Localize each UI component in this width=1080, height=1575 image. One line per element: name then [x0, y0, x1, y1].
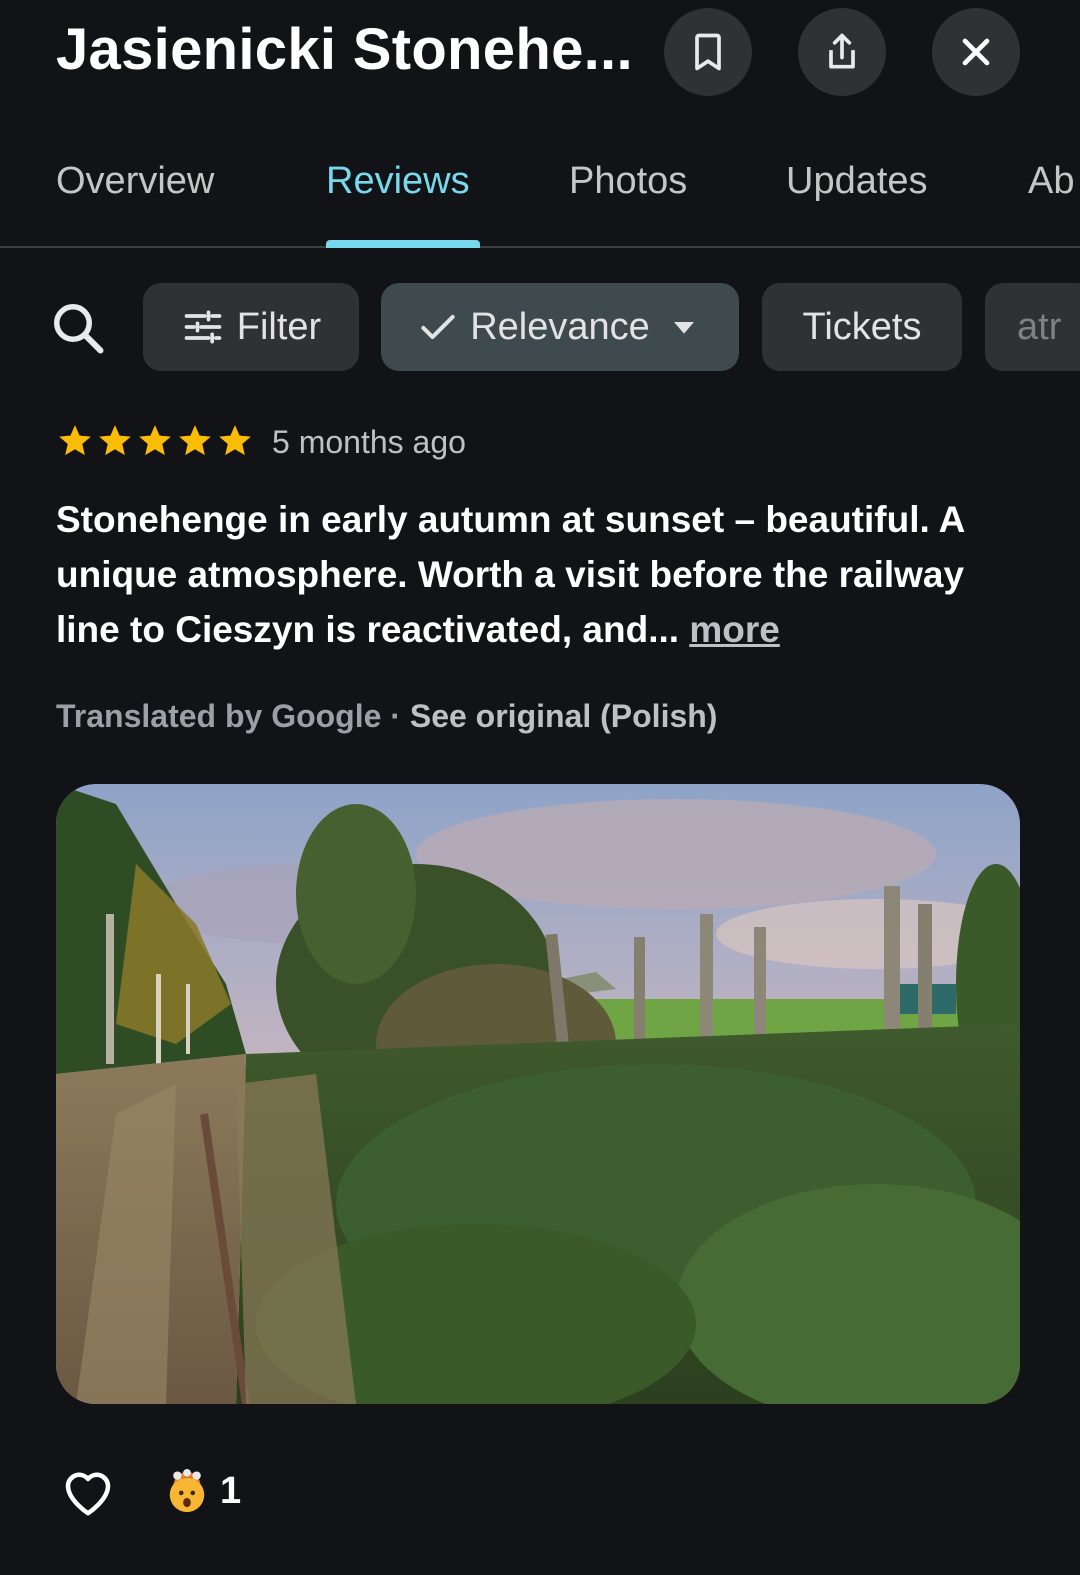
share-icon	[829, 33, 855, 69]
tab-overview[interactable]: Overview	[56, 160, 214, 203]
mind-blown-emoji-icon	[169, 1468, 205, 1513]
landscape-photo-image	[56, 784, 1020, 1404]
search-icon	[54, 304, 104, 354]
see-original-link[interactable]: See original (Polish)	[410, 698, 718, 734]
review-photo[interactable]	[56, 784, 1020, 1404]
review-text: Stonehenge in early autumn at sunset – b…	[56, 492, 1026, 657]
reaction-emoji-button[interactable]	[164, 1468, 210, 1514]
translation-note: Translated by Google · See original (Pol…	[56, 698, 717, 735]
tab-photos[interactable]: Photos	[569, 160, 687, 203]
bookmark-icon	[695, 33, 721, 71]
check-icon	[421, 314, 455, 340]
star-icon	[179, 425, 211, 456]
review-time: 5 months ago	[272, 424, 466, 460]
place-title: Jasienicki Stonehe...	[56, 17, 633, 82]
tickets-chip[interactable]: Tickets	[762, 283, 962, 371]
sort-relevance-chip[interactable]: Relevance	[381, 283, 739, 371]
star-icon	[139, 425, 171, 456]
save-button[interactable]	[664, 8, 752, 96]
star-icon	[99, 425, 131, 456]
star-icon	[59, 425, 91, 456]
topic-chip-label: atr	[1017, 305, 1062, 348]
search-reviews-button[interactable]	[48, 298, 108, 358]
rating-stars	[56, 422, 254, 460]
tab-about[interactable]: Ab	[1028, 160, 1074, 203]
review-body: Stonehenge in early autumn at sunset – b…	[56, 499, 965, 650]
more-link[interactable]: more	[689, 609, 779, 650]
sort-chip-label: Relevance	[470, 305, 650, 348]
place-reviews-screen: Jasienicki Stonehe... Overview Reviews P…	[0, 0, 1080, 1575]
active-tab-indicator	[326, 240, 480, 248]
heart-icon	[65, 1472, 111, 1516]
tune-icon	[184, 310, 222, 344]
topic-chip-partial[interactable]: atr	[985, 283, 1080, 371]
tab-bar: Overview Reviews Photos Updates Ab	[0, 130, 1080, 248]
translated-by-label: Translated by Google ·	[56, 698, 410, 734]
dropdown-arrow-icon	[673, 322, 694, 334]
filter-chip-label: Filter	[236, 305, 322, 348]
reaction-count: 1	[220, 1470, 242, 1512]
tab-updates[interactable]: Updates	[786, 160, 928, 203]
tickets-chip-label: Tickets	[802, 305, 922, 348]
filter-chip[interactable]: Filter	[143, 283, 359, 371]
share-button[interactable]	[798, 8, 886, 96]
star-icon	[219, 425, 251, 456]
like-button[interactable]	[58, 1462, 118, 1522]
close-button[interactable]	[932, 8, 1020, 96]
tab-reviews[interactable]: Reviews	[326, 160, 470, 203]
close-icon	[962, 38, 990, 66]
